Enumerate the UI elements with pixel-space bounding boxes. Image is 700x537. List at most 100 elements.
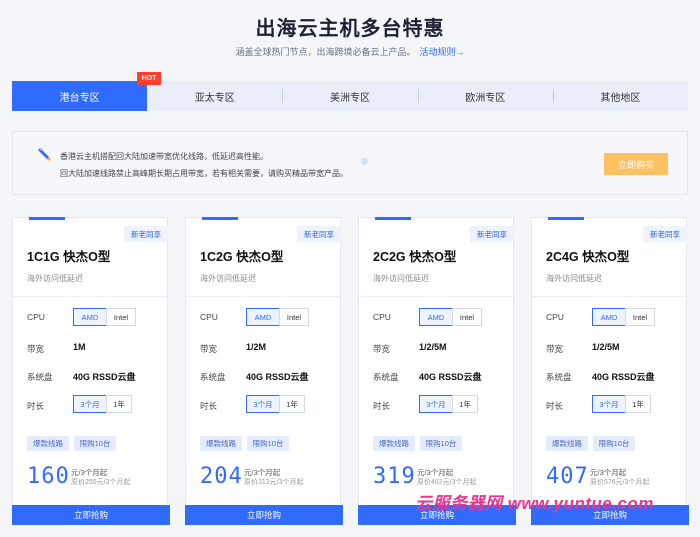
tab-europe[interactable]: 欧洲专区 (417, 81, 553, 111)
cpu-option-amd[interactable]: AMD (419, 308, 453, 326)
decorative-dot (361, 158, 368, 165)
watermark: 云服务器网 www.yuntue.com (415, 494, 654, 513)
region-tabs: 港台专区 亚太专区 美洲专区 欧洲专区 其他地区 (12, 81, 688, 111)
bandwidth-value: 1/2M (246, 342, 267, 352)
card-divider (359, 296, 513, 297)
cpu-label: CPU (27, 312, 45, 322)
card-description: 海外访问低延迟 (373, 274, 429, 283)
original-price: 原价255元/3个月起 (71, 479, 131, 486)
product-card: 新老同享 1C2G 快杰O型海外访问低延迟 CPU AMD Intel 带宽 1/2M 系统盘… (185, 217, 343, 525)
rocket-icon (37, 146, 53, 167)
product-card: 新老同享 2C2G 快杰O型海外访问低延迟 CPU AMD Intel 带宽 1/2/5M 系… (358, 217, 516, 525)
duration-option-1-year[interactable]: 1年 (106, 395, 132, 413)
cpu-label: CPU (373, 312, 391, 322)
card-title: 2C4G 快杰O型 (546, 250, 630, 264)
disk-label: 系统盘 (200, 372, 226, 382)
cpu-option-amd[interactable]: AMD (592, 308, 626, 326)
card-title: 1C2G 快杰O型 (200, 250, 284, 264)
bandwidth-label: 带宽 (200, 344, 218, 354)
card-description: 海外访问低延迟 (27, 274, 83, 283)
tab-asia-pacific[interactable]: 亚太专区 (147, 81, 282, 111)
bandwidth-value: 1M (73, 342, 86, 352)
original-price: 原价462元/3个月起 (417, 479, 477, 486)
card-accent-bar (29, 217, 65, 220)
original-price: 原价576元/3个月起 (590, 479, 650, 486)
cpu-option-intel[interactable]: Intel (625, 308, 655, 326)
cpu-option-amd[interactable]: AMD (73, 308, 107, 326)
card-description: 海外访问低延迟 (200, 274, 256, 283)
hot-badge: HOT (137, 72, 161, 85)
duration-option-1-year[interactable]: 1年 (625, 395, 651, 413)
cpu-option-intel[interactable]: Intel (452, 308, 482, 326)
badge-hot-route: 爆款线路 (200, 436, 242, 451)
rules-link[interactable]: 活动规则→ (420, 47, 465, 57)
duration-label: 时长 (27, 401, 45, 411)
cpu-option-intel[interactable]: Intel (106, 308, 136, 326)
duration-option-3-months[interactable]: 3个月 (246, 395, 280, 413)
card-tag: 新老同享 (470, 226, 514, 242)
card-accent-bar (202, 217, 238, 220)
disk-value: 40G RSSD云盘 (419, 372, 482, 382)
duration-label: 时长 (373, 401, 391, 411)
card-tag: 新老同享 (124, 226, 168, 242)
card-title: 1C1G 快杰O型 (27, 250, 111, 264)
disk-value: 40G RSSD云盘 (592, 372, 655, 382)
info-banner: 香港云主机搭配回大陆加速带宽优化线路，低延迟高性能。 回大陆加速线路禁止高峰期长… (12, 131, 688, 195)
cpu-option-intel[interactable]: Intel (279, 308, 309, 326)
price: 407 (546, 464, 589, 489)
card-description: 海外访问低延迟 (546, 274, 602, 283)
card-divider (532, 296, 686, 297)
disk-value: 40G RSSD云盘 (246, 372, 309, 382)
duration-option-3-months[interactable]: 3个月 (419, 395, 453, 413)
cpu-label: CPU (546, 312, 564, 322)
subtitle-text: 涵盖全球热门节点，出海跨境必备云上产品。 (235, 47, 416, 57)
badge-purchase-limit: 限购10台 (420, 436, 462, 451)
duration-label: 时长 (200, 401, 218, 411)
banner-line-2: 回大陆加速线路禁止高峰期长期占用带宽，若有相关需要，请购买精品带宽产品。 (60, 169, 348, 178)
bandwidth-value: 1/2/5M (419, 342, 447, 352)
badge-purchase-limit: 限购10台 (74, 436, 116, 451)
duration-option-3-months[interactable]: 3个月 (592, 395, 626, 413)
price: 204 (200, 464, 243, 489)
disk-value: 40G RSSD云盘 (73, 372, 136, 382)
bandwidth-label: 带宽 (27, 344, 45, 354)
buy-now-button[interactable]: 立即购买 (604, 153, 668, 175)
tab-other-regions[interactable]: 其他地区 (552, 81, 688, 111)
tab-hongkong-taiwan[interactable]: 港台专区 (12, 81, 148, 111)
grab-now-button[interactable]: 立即抢购 (185, 505, 343, 525)
card-divider (13, 296, 167, 297)
card-accent-bar (375, 217, 411, 220)
card-tag: 新老同享 (643, 226, 687, 242)
product-card: 新老同享 2C4G 快杰O型海外访问低延迟 CPU AMD Intel 带宽 1/2/5M 系… (531, 217, 689, 525)
duration-option-1-year[interactable]: 1年 (452, 395, 478, 413)
badge-hot-route: 爆款线路 (373, 436, 415, 451)
disk-label: 系统盘 (546, 372, 572, 382)
card-divider (186, 296, 340, 297)
product-card: 新老同享 1C1G 快杰O型海外访问低延迟 CPU AMD Intel 带宽 1M 系统盘 40… (12, 217, 170, 525)
card-title: 2C2G 快杰O型 (373, 250, 457, 264)
duration-label: 时长 (546, 401, 564, 411)
cpu-option-amd[interactable]: AMD (246, 308, 280, 326)
grab-now-button[interactable]: 立即抢购 (12, 505, 170, 525)
badge-purchase-limit: 限购10台 (593, 436, 635, 451)
duration-option-3-months[interactable]: 3个月 (73, 395, 107, 413)
bandwidth-label: 带宽 (373, 344, 391, 354)
original-price: 原价312元/3个月起 (244, 479, 304, 486)
badge-purchase-limit: 限购10台 (247, 436, 289, 451)
disk-label: 系统盘 (373, 372, 399, 382)
card-tag: 新老同享 (297, 226, 341, 242)
banner-line-1: 香港云主机搭配回大陆加速带宽优化线路，低延迟高性能。 (60, 152, 268, 161)
price: 160 (27, 464, 70, 489)
bandwidth-value: 1/2/5M (592, 342, 620, 352)
disk-label: 系统盘 (27, 372, 53, 382)
price: 319 (373, 464, 416, 489)
card-accent-bar (548, 217, 584, 220)
duration-option-1-year[interactable]: 1年 (279, 395, 305, 413)
badge-hot-route: 爆款线路 (546, 436, 588, 451)
page-subtitle: 涵盖全球热门节点，出海跨境必备云上产品。 活动规则→ (0, 45, 700, 58)
tab-americas[interactable]: 美洲专区 (282, 81, 417, 111)
badge-hot-route: 爆款线路 (27, 436, 69, 451)
cpu-label: CPU (200, 312, 218, 322)
bandwidth-label: 带宽 (546, 344, 564, 354)
page-title: 出海云主机多台特惠 (255, 18, 445, 40)
